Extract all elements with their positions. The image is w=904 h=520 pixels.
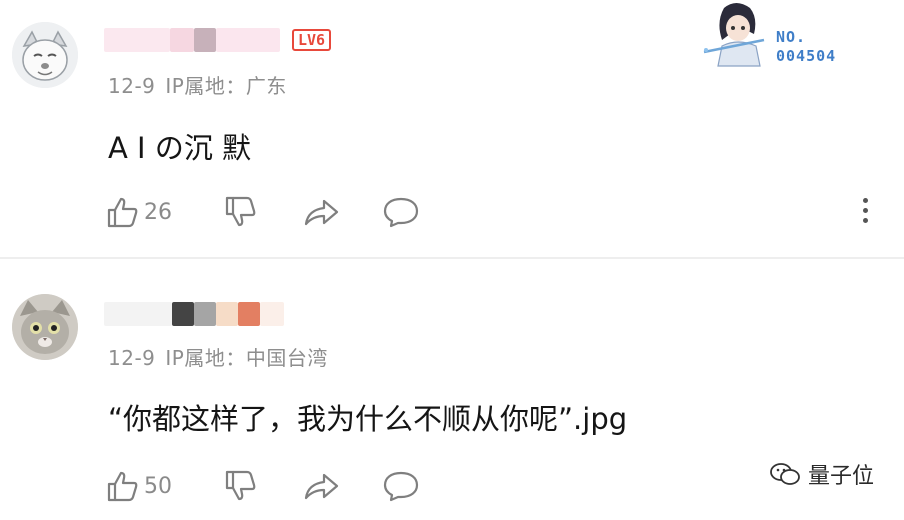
username-blurred [104,302,172,326]
username-blurred [260,302,284,326]
username-blurred [170,28,194,52]
comment-date: 12-9 [108,74,156,98]
watermark: 量子位 [770,458,874,490]
username-row[interactable]: LV6 [104,26,332,54]
share-button[interactable] [302,194,340,230]
thumbs-down-icon [225,196,256,227]
comment-ip-location: IP属地：广东 [165,74,287,98]
reply-button[interactable] [382,195,420,229]
comment-bubble-icon [383,197,419,228]
username-blurred [172,302,194,326]
thumbs-up-icon [107,471,138,502]
like-button[interactable]: 26 [104,194,194,230]
more-options-button[interactable] [860,198,870,228]
comment-bubble-icon [383,471,419,502]
cat-avatar-icon [12,294,78,360]
avatar[interactable] [12,22,78,88]
username-blurred [216,302,238,326]
like-count: 50 [144,473,172,499]
username-row[interactable] [104,300,284,328]
dislike-button[interactable] [222,194,258,230]
like-button[interactable]: 50 [104,468,194,504]
white-tiger-avatar-icon [12,22,78,88]
username-blurred [216,28,280,52]
fan-number-badge: NO. 004504 [686,0,866,78]
share-arrow-icon [304,199,339,226]
like-count: 26 [144,199,172,225]
wechat-icon [770,463,800,485]
thumbs-down-icon [225,470,256,501]
comment-meta: 12-9 IP属地：广东 [108,70,287,99]
comment-actions: 50 [104,466,420,506]
comment-date: 12-9 [108,346,156,370]
comment-text: “你都这样了，我为什么不顺从你呢”.jpg [108,402,628,436]
dislike-button[interactable] [222,468,258,504]
username-blurred [104,28,170,52]
share-arrow-icon [304,473,339,500]
watermark-text: 量子位 [807,464,874,489]
thumbs-up-icon [107,197,138,228]
avatar[interactable] [12,294,78,360]
comment-item: 12-9 IP属地：中国台湾 “你都这样了，我为什么不顺从你呢”.jpg 50 [0,270,904,520]
username-blurred [238,302,260,326]
comment-meta: 12-9 IP属地：中国台湾 [108,342,328,371]
badge-number-text: NO. 004504 [776,28,837,65]
username-blurred [194,28,216,52]
anime-character-icon [703,3,765,67]
share-button[interactable] [302,468,340,504]
comment-ip-location: IP属地：中国台湾 [165,346,328,370]
divider [0,257,904,259]
username-blurred [194,302,216,326]
comment-actions: 26 [104,192,420,232]
comment-text: A I の沉 默 [108,131,252,165]
level-badge: LV6 [292,29,332,51]
reply-button[interactable] [382,469,420,503]
